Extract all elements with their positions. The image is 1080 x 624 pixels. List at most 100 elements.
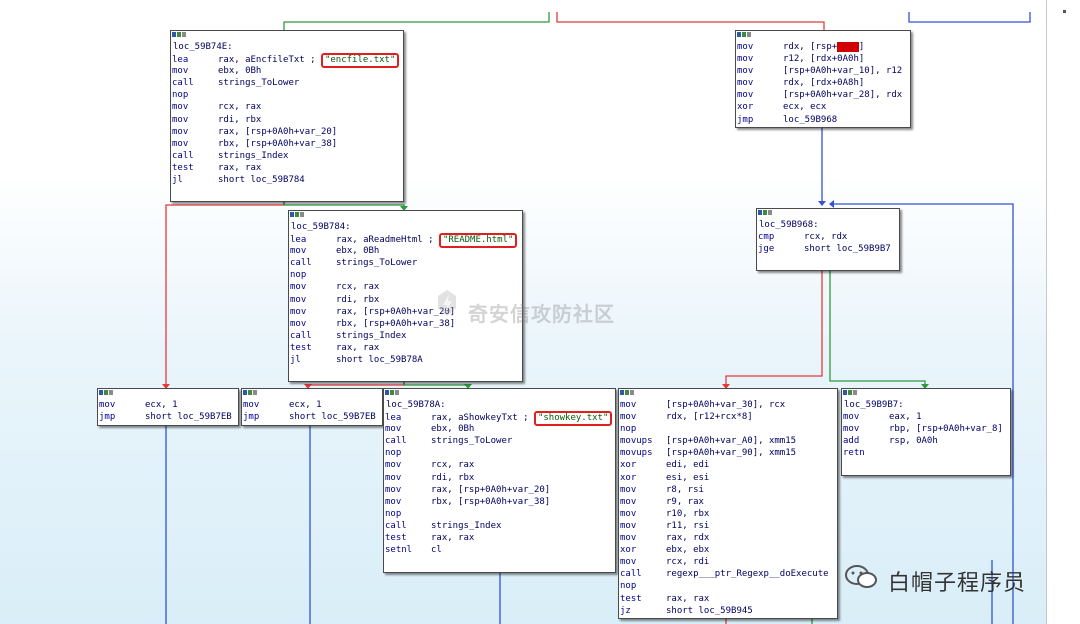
operands[interactable]: r11, rsi: [666, 521, 709, 531]
asm-line[interactable]: xor edi, edi: [619, 459, 837, 471]
operands[interactable]: ecx, ecx: [783, 102, 826, 112]
asm-line[interactable]: jge short loc_59B9B7: [757, 243, 899, 255]
operands[interactable]: ecx, 1: [289, 400, 322, 410]
code-label[interactable]: loc_59B784:: [290, 222, 351, 232]
code-block-loc-59b784[interactable]: loc_59B784: lea rax, aReadmeHtml ; "README…: [288, 210, 523, 382]
operands[interactable]: short loc_59B7EB: [289, 412, 376, 422]
operands[interactable]: [rsp+0A0h+var_A0], xmm15: [666, 436, 796, 446]
operands[interactable]: rcx, rax: [336, 282, 379, 292]
asm-line[interactable]: mov r9, rax: [619, 496, 837, 508]
asm-line[interactable]: call strings_ToLower: [171, 77, 403, 89]
asm-line[interactable]: test rax, rax: [171, 162, 403, 174]
asm-line[interactable]: mov rcx, rax: [289, 281, 522, 293]
operands[interactable]: strings_ToLower: [336, 258, 417, 268]
operands[interactable]: r10, rbx: [666, 509, 709, 519]
operands[interactable]: r9, rax: [666, 497, 704, 507]
asm-line[interactable]: mov ebx, 0Bh: [384, 423, 615, 435]
asm-line[interactable]: test rax, rax: [384, 532, 615, 544]
asm-line[interactable]: mov rbp, [rsp+0A0h+var_8]: [842, 423, 1010, 435]
asm-line[interactable]: mov rcx, rax: [171, 101, 403, 113]
operands[interactable]: strings_ToLower: [218, 78, 299, 88]
operands[interactable]: [rsp+0A0h+var_10], r12: [783, 66, 902, 76]
asm-line[interactable]: mov rdi, rbx: [384, 472, 615, 484]
asm-line[interactable]: lea rax, aReadmeHtml ; "README.html": [289, 233, 522, 249]
asm-line[interactable]: mov rdi, rbx: [171, 114, 403, 126]
operands[interactable]: rax, rdx: [666, 533, 709, 543]
asm-line[interactable]: add rsp, 0A0h: [842, 435, 1010, 447]
operands[interactable]: edi, edi: [666, 460, 709, 470]
operands[interactable]: rdx, [rdx+0A8h]: [783, 78, 864, 88]
asm-line[interactable]: call strings_ToLower: [384, 435, 615, 447]
operands[interactable]: [rsp+0A0h+var_30], rcx: [666, 400, 785, 410]
asm-line[interactable]: call strings_ToLower: [289, 257, 522, 269]
asm-line[interactable]: movups [rsp+0A0h+var_A0], xmm15: [619, 435, 837, 447]
asm-line[interactable]: lea rax, aEncfileTxt ; "encfile.txt": [171, 53, 403, 69]
operands[interactable]: rdx, [rsp+: [783, 42, 837, 52]
asm-line[interactable]: mov rbx, [rsp+0A0h+var_38]: [171, 138, 403, 150]
asm-line[interactable]: nop: [289, 269, 522, 281]
asm-line[interactable]: mov rcx, rax: [384, 459, 615, 471]
operands[interactable]: rbp, [rsp+0A0h+var_8]: [889, 424, 1003, 434]
asm-line[interactable]: loc_59B74E:: [171, 41, 403, 53]
operands[interactable]: loc_59B968: [783, 115, 837, 125]
asm-line[interactable]: mov r12, [rdx+0A0h]: [736, 53, 910, 65]
asm-line[interactable]: call strings_Index: [171, 150, 403, 162]
asm-line[interactable]: jl short loc_59B78A: [289, 354, 522, 366]
asm-line[interactable]: mov rax, [rsp+0A0h+var_20]: [384, 484, 615, 496]
operands[interactable]: rdi, rbx: [218, 115, 261, 125]
code-block-loc-59b968[interactable]: loc_59B968: cmp rcx, rdx jge short loc_59B9B…: [756, 208, 900, 271]
asm-line[interactable]: lea rax, aShowkeyTxt ; "showkey.txt": [384, 411, 615, 427]
asm-line[interactable]: mov rdx, [rdx+0A8h]: [736, 77, 910, 89]
code-label[interactable]: loc_59B74E:: [172, 42, 233, 52]
operands[interactable]: ebx, 0Bh: [218, 66, 261, 76]
operands[interactable]: rax, [rsp+0A0h+var_20]: [431, 485, 550, 495]
asm-line[interactable]: test rax, rax: [289, 342, 522, 354]
operands[interactable]: short loc_59B78A: [336, 355, 423, 365]
operands[interactable]: [rsp+0A0h+var_90], xmm15: [666, 448, 796, 458]
asm-line[interactable]: jmp loc_59B968: [736, 114, 910, 126]
asm-line[interactable]: mov ebx, 0Bh: [171, 65, 403, 77]
operands[interactable]: r8, rsi: [666, 485, 704, 495]
asm-line[interactable]: loc_59B784:: [289, 221, 522, 233]
asm-line[interactable]: xor ebx, ebx: [619, 544, 837, 556]
asm-line[interactable]: loc_59B968:: [757, 219, 899, 231]
asm-line[interactable]: mov eax, 1: [842, 411, 1010, 423]
code-block-set-ecx-1-b[interactable]: mov ecx, 1 jmp short loc_59B7EB: [241, 388, 383, 426]
operands[interactable]: rbx, [rsp+0A0h+var_38]: [431, 497, 550, 507]
asm-line[interactable]: mov [rsp+0A0h+var_28], rdx: [736, 89, 910, 101]
operands[interactable]: rax, rax: [431, 533, 474, 543]
operands[interactable]: rax, rax: [666, 594, 709, 604]
code-label[interactable]: loc_59B968:: [758, 220, 819, 230]
asm-line[interactable]: mov ecx, 1: [242, 399, 382, 411]
operands[interactable]: rsp, 0A0h: [889, 436, 938, 446]
asm-line[interactable]: call strings_Index: [384, 520, 615, 532]
asm-line[interactable]: mov [rsp+0A0h+var_30], rcx: [619, 399, 837, 411]
asm-line[interactable]: mov rax, rdx: [619, 532, 837, 544]
operands[interactable]: rbx, [rsp+0A0h+var_38]: [336, 319, 455, 329]
code-block-loc-59b74e[interactable]: loc_59B74E: lea rax, aEncfileTxt ; "encfil…: [170, 30, 404, 202]
operands[interactable]: ebx, ebx: [666, 545, 709, 555]
asm-line[interactable]: mov r8, rsi: [619, 484, 837, 496]
asm-line[interactable]: jmp short loc_59B7EB: [98, 411, 238, 423]
operands[interactable]: rcx, rax: [218, 102, 261, 112]
operands[interactable]: rcx, rax: [431, 460, 474, 470]
operands[interactable]: strings_Index: [431, 521, 501, 531]
operands[interactable]: ebx, 0Bh: [431, 424, 474, 434]
code-block-regexp-execute[interactable]: mov [rsp+0A0h+var_30], rcx mov rdx, [r12+rc…: [618, 388, 838, 619]
operands[interactable]: rdx, [r12+rcx*8]: [666, 412, 753, 422]
operands[interactable]: ebx, 0Bh: [336, 246, 379, 256]
operands[interactable]: rbx, [rsp+0A0h+var_38]: [218, 139, 337, 149]
asm-line[interactable]: nop: [384, 508, 615, 520]
operands[interactable]: [rsp+0A0h+var_28], rdx: [783, 90, 902, 100]
code-label[interactable]: loc_59B78A:: [385, 400, 446, 410]
asm-line[interactable]: nop: [384, 447, 615, 459]
asm-line[interactable]: cmp rcx, rdx: [757, 231, 899, 243]
asm-line[interactable]: nop: [171, 89, 403, 101]
operands[interactable]: rax, [rsp+0A0h+var_20]: [218, 127, 337, 137]
operands[interactable]: r12, [rdx+0A0h]: [783, 54, 864, 64]
asm-line[interactable]: mov ecx, 1: [98, 399, 238, 411]
asm-line[interactable]: setnl cl: [384, 544, 615, 556]
operands[interactable]: rdi, rbx: [431, 473, 474, 483]
highlighted-operand[interactable]: 0A0h: [837, 42, 859, 52]
asm-line[interactable]: mov rcx, rdi: [619, 556, 837, 568]
